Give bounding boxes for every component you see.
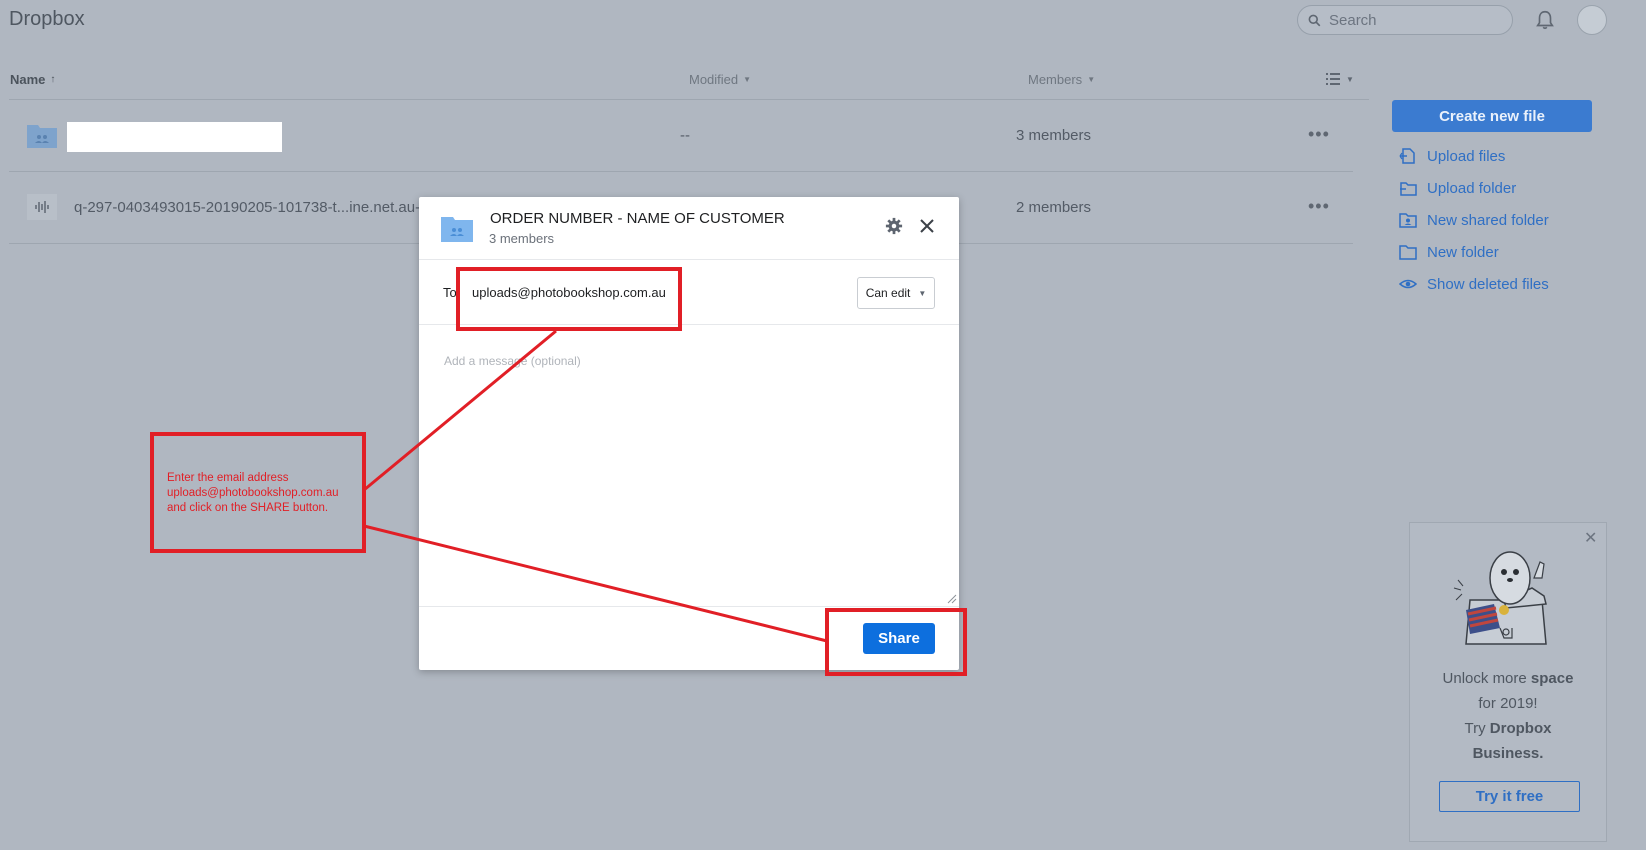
eye-icon bbox=[1399, 279, 1417, 289]
row-members: 2 members bbox=[1016, 199, 1092, 216]
gear-icon[interactable] bbox=[885, 217, 903, 235]
search-icon bbox=[1308, 14, 1321, 26]
message-textarea[interactable]: Add a message (optional) bbox=[444, 354, 581, 368]
upload-files-link[interactable]: Upload files bbox=[1399, 147, 1505, 165]
share-button[interactable]: Share bbox=[863, 623, 935, 654]
new-shared-folder-link[interactable]: New shared folder bbox=[1399, 211, 1549, 229]
recipient-email-input[interactable]: uploads@photobookshop.com.au bbox=[472, 285, 666, 300]
to-label: To bbox=[443, 285, 457, 300]
divider bbox=[9, 99, 1369, 100]
permission-select[interactable]: Can edit ▼ bbox=[857, 277, 935, 309]
shared-folder-icon bbox=[441, 217, 473, 242]
divider bbox=[419, 259, 959, 260]
shared-folder-icon bbox=[27, 125, 57, 148]
promo-text: Unlock more space for 2019! Try Dropbox … bbox=[1442, 670, 1574, 762]
search-input[interactable]: Search bbox=[1297, 5, 1513, 35]
search-placeholder: Search bbox=[1329, 11, 1377, 29]
divider bbox=[419, 606, 959, 607]
upload-folder-icon bbox=[1400, 182, 1417, 196]
row-filename[interactable]: q-297-0403493015-20190205-101738-t...ine… bbox=[74, 199, 420, 216]
shared-folder-icon bbox=[1399, 213, 1417, 228]
caret-down-icon: ▼ bbox=[743, 75, 752, 84]
column-header-modified[interactable]: Modified ▼ bbox=[689, 72, 751, 87]
resize-handle-icon[interactable] bbox=[947, 594, 957, 604]
share-dialog bbox=[419, 197, 959, 670]
create-new-file-button[interactable]: Create new file bbox=[1392, 100, 1592, 132]
more-options-icon[interactable]: ••• bbox=[1308, 196, 1330, 217]
upload-files-icon bbox=[1399, 148, 1415, 164]
upload-folder-link[interactable]: Upload folder bbox=[1399, 179, 1516, 197]
annotation-text: Enter the email address uploads@photoboo… bbox=[167, 472, 339, 514]
list-view-icon bbox=[1326, 73, 1340, 85]
sort-arrow-icon: ↑ bbox=[50, 74, 56, 85]
close-icon[interactable]: ✕ bbox=[1584, 528, 1597, 548]
row-members: 3 members bbox=[1016, 127, 1092, 144]
redacted-filename bbox=[67, 122, 282, 152]
column-header-members[interactable]: Members ▼ bbox=[1028, 72, 1095, 87]
dialog-title: ORDER NUMBER - NAME OF CUSTOMER bbox=[490, 210, 785, 227]
audio-file-icon bbox=[27, 194, 57, 220]
view-toggle[interactable]: ▼ bbox=[1326, 73, 1354, 85]
dialog-subtitle: 3 members bbox=[489, 231, 555, 246]
close-icon[interactable] bbox=[919, 218, 935, 234]
mascot-illustration bbox=[1453, 551, 1547, 645]
new-folder-link[interactable]: New folder bbox=[1399, 243, 1499, 261]
bell-icon[interactable] bbox=[1534, 9, 1556, 31]
try-it-free-button[interactable]: Try it free bbox=[1439, 781, 1580, 812]
row-modified: -- bbox=[680, 127, 690, 144]
show-deleted-files-link[interactable]: Show deleted files bbox=[1399, 275, 1549, 293]
app-title: Dropbox bbox=[9, 8, 85, 30]
caret-down-icon: ▼ bbox=[1346, 74, 1354, 84]
avatar[interactable] bbox=[1577, 5, 1607, 35]
column-header-name[interactable]: Name ↑ bbox=[10, 72, 55, 87]
caret-down-icon: ▼ bbox=[1087, 75, 1096, 84]
caret-down-icon: ▼ bbox=[918, 288, 927, 298]
divider bbox=[9, 171, 1353, 172]
more-options-icon[interactable]: ••• bbox=[1308, 124, 1330, 145]
divider bbox=[419, 324, 959, 325]
folder-icon bbox=[1399, 245, 1417, 260]
